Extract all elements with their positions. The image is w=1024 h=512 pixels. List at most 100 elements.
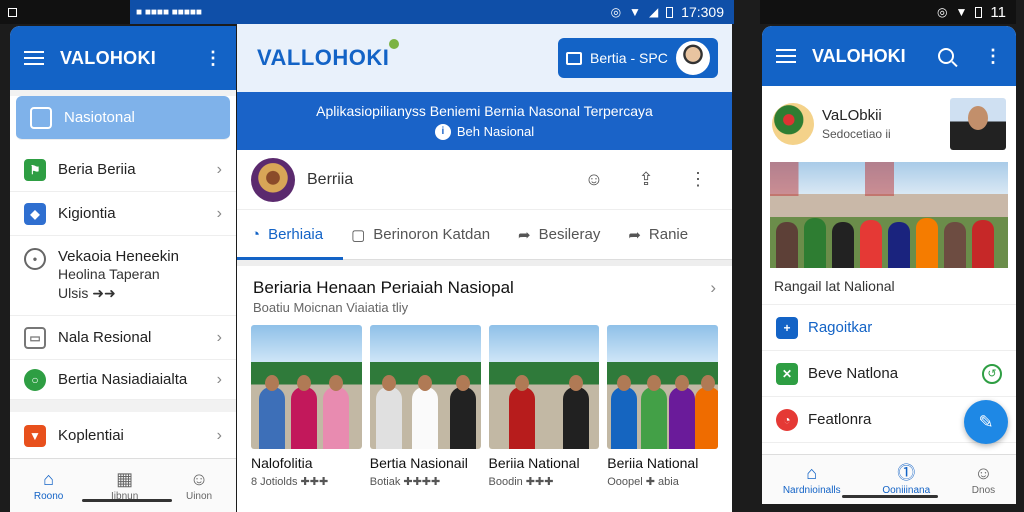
card-title: Beriaria Henaan Periaiah Nasiopal (253, 278, 514, 297)
battery-icon (666, 6, 674, 18)
nav-profile[interactable]: ☺ Dnos (972, 464, 995, 496)
wifi-icon: ▼ (955, 5, 968, 19)
page-icon (30, 106, 52, 129)
plus-icon: + (776, 316, 798, 339)
tab-berinoron-katdan[interactable]: ▢ Berinoron Katdan (351, 226, 490, 244)
share-icon[interactable]: ⇪ (626, 169, 666, 190)
chevron-right-icon: › (216, 204, 222, 222)
flag-icon: ◔ (776, 408, 798, 431)
menu-item-bertia-nasional[interactable]: ○ Bertia Nasiadiaialta › (10, 360, 236, 400)
news-photo[interactable] (369, 325, 481, 449)
right-bottom-nav: ⌂ Nardnioinalls ⓵ Ooniiinana ☺ Dnos (762, 454, 1016, 504)
comment-icon: ▢ (351, 226, 366, 244)
chevron-right-icon: › (216, 328, 222, 346)
clock-icon: ↺ (982, 363, 1002, 384)
tab-besileray[interactable]: ➦ Besileray (518, 226, 600, 244)
tab-berhiaia[interactable]: ◔ Berhiaia (251, 226, 323, 243)
nav-label: Uinon (185, 490, 213, 502)
menu-item-berita[interactable]: ⚑ Beria Beriia › (10, 148, 236, 192)
info-icon: i (434, 123, 451, 140)
share-arrow-icon: ➦ (628, 226, 641, 244)
channel-name: Berriia (307, 170, 354, 188)
caption-title: Bertia Nasionail (369, 455, 468, 471)
channel-avatar[interactable] (251, 157, 295, 202)
alarm-icon: ◎ (610, 5, 622, 19)
tab-ranie[interactable]: ➦ Ranie (628, 226, 688, 244)
menu-item-label: Nasiotonal (64, 109, 135, 126)
signal-icon: ◢ (648, 5, 659, 19)
menu-item-nala-resional[interactable]: ▭ Nala Resional › (10, 316, 236, 360)
menu-item-vekaoia[interactable]: • Vekaoia Heneekin Heolina Taperan Ulsis… (10, 236, 236, 316)
left-app-bar: VALOHOKI ⋮ (10, 26, 236, 90)
compose-fab-button[interactable]: ✎ (964, 400, 1008, 444)
photo-meta: 8 Jotiolds ✚✚✚ Botiak ✚✚✚✚ Boodin ✚✚✚ Oo… (237, 471, 732, 488)
nav-label: Ooniiinana (882, 484, 931, 496)
list-item-label: Ragoitkar (808, 319, 873, 336)
menu-item-label: Beria Beriia (58, 161, 136, 178)
caption-meta: Botiak ✚✚✚✚ (369, 476, 441, 488)
share-arrow-icon: ➦ (518, 226, 531, 244)
menu-item-nasional[interactable]: Nasiotonal (16, 96, 230, 140)
inbox-icon: ▭ (24, 326, 46, 349)
logo-text: VALLOHOKI (257, 45, 390, 70)
alarm-icon: ◎ (937, 5, 948, 19)
circle-icon: ○ (24, 368, 46, 391)
featured-photo[interactable] (770, 162, 1008, 268)
news-photo[interactable] (488, 325, 600, 449)
berita-spc-button[interactable]: Bertia - SPC (558, 38, 718, 78)
user-avatar[interactable] (676, 41, 710, 75)
tab-label: Besileray (538, 226, 601, 243)
category-tabs: ◔ Berhiaia ▢ Berinoron Katdan ➦ Besilera… (237, 210, 732, 260)
more-options-icon[interactable]: ⋮ (984, 47, 1002, 65)
card-subtitle: Boatiu Moicnan Viaiatia tliy (253, 300, 409, 315)
status-bar-right: ◎ ▼ 11 (760, 0, 1016, 24)
nav-label: Nardnioinalls (782, 484, 841, 496)
channel-avatar[interactable] (772, 103, 814, 145)
nav-calendar[interactable]: ▦ Iibnun (111, 470, 138, 502)
caption-title: Beriia National (488, 455, 580, 471)
diamond-icon: ◆ (24, 202, 46, 225)
menu-item-koplentiai[interactable]: ▼ Koplentiai › (10, 412, 236, 460)
menu-item-meta: Ulsis ➜➜ (58, 285, 116, 301)
list-item-beve-natlona[interactable]: ✕ Beve Natlona ↺ (762, 351, 1016, 397)
channel-subtitle: Sedocetiao ii (822, 127, 891, 141)
menu-item-label: Koplentiai (58, 427, 124, 444)
nav-home[interactable]: ⌂ Roono (34, 470, 63, 502)
chevron-right-icon[interactable]: › (710, 278, 716, 298)
account-icon[interactable]: ☺ (574, 169, 614, 190)
app-title: VALOHOKI (812, 45, 906, 66)
home-icon: ⌂ (806, 462, 818, 483)
list-item-label: Beve Natlona (808, 365, 899, 382)
nav-home[interactable]: ⌂ Nardnioinalls (783, 464, 841, 496)
drawer-menu: Nasiotonal ⚑ Beria Beriia › ◆ Kigiontia … (10, 96, 236, 400)
nav-label: Roono (33, 490, 64, 502)
news-card[interactable]: Beriaria Henaan Periaiah Nasiopal › Boat… (237, 266, 732, 488)
news-photo[interactable] (607, 325, 718, 449)
main-header: VALLOHOKI Bertia - SPC (237, 24, 732, 92)
nav-label: Dnos (971, 484, 996, 496)
chevron-right-icon: › (216, 370, 222, 388)
list-item-ragoitkar[interactable]: + Ragoitkar (762, 305, 1016, 351)
nav-alerts[interactable]: ⓵ Ooniiinana (882, 464, 930, 496)
menu-item-label: Bertia Nasiadiaialta (58, 371, 188, 388)
more-options-icon[interactable]: ⋮ (204, 49, 222, 67)
menu-item-kigiontia[interactable]: ◆ Kigiontia › (10, 192, 236, 236)
main-screen: VALLOHOKI Bertia - SPC Aplikasiopilianys… (237, 24, 732, 512)
photo-row (237, 315, 732, 449)
chat-bubble-icon: ◔ (251, 226, 261, 243)
photo-captions: Nalofolitia Bertia Nasionail Beriia Nati… (237, 449, 732, 471)
more-options-icon[interactable]: ⋮ (678, 169, 718, 190)
bookmark-icon: ▼ (24, 424, 46, 447)
menu-item-label: Kigiontia (58, 205, 116, 222)
menu-icon[interactable] (776, 49, 796, 63)
nav-profile[interactable]: ☺ Uinon (186, 470, 212, 502)
tab-label: Berinoron Katdan (373, 226, 491, 243)
menu-icon[interactable] (24, 51, 44, 65)
search-icon[interactable] (938, 48, 954, 64)
menu-item-subtitle: Heolina Taperan (58, 266, 160, 282)
profile-thumbnail[interactable] (950, 98, 1006, 150)
banner-subtitle: Beh Nasional (456, 124, 535, 139)
home-icon: ⌂ (43, 468, 55, 489)
news-photo[interactable] (251, 325, 362, 449)
list-item-label: Featlonra (808, 411, 872, 428)
